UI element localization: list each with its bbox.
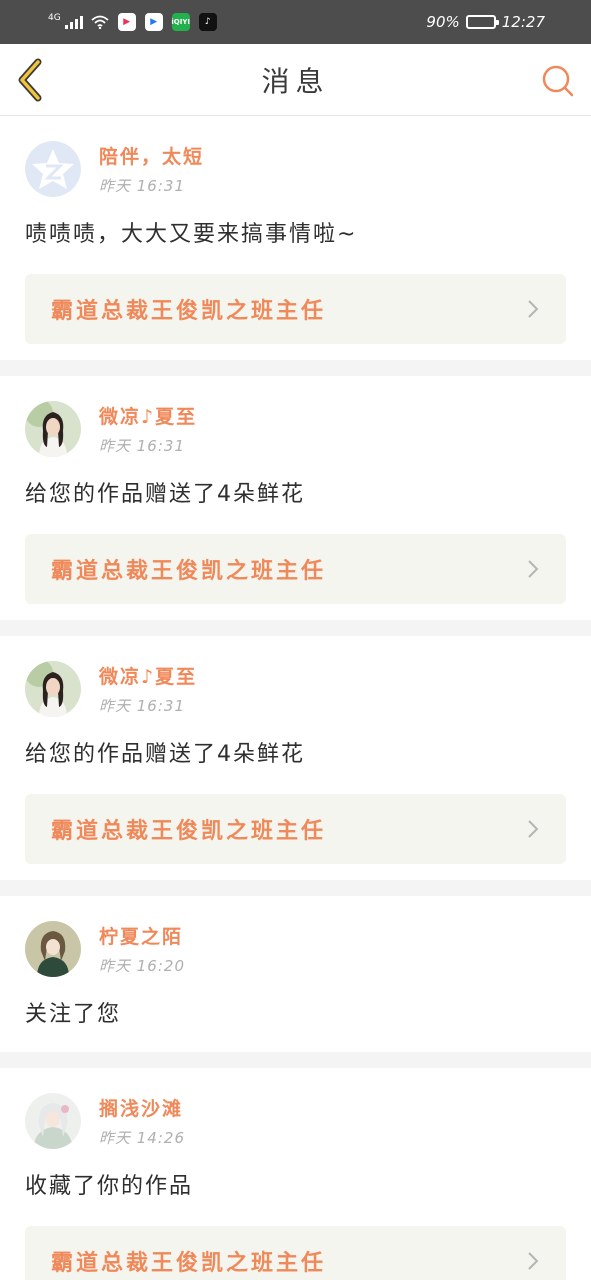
message-item[interactable]: 微凉♪夏至 昨天 16:31 给您的作品赠送了4朵鲜花 霸道总裁王俊凯之班主任 [0, 376, 591, 620]
message-header: 搁浅沙滩 昨天 14:26 [25, 1092, 566, 1150]
signal-icon [64, 15, 83, 29]
status-bar-left: 4G ▶ ▶ iQIYI ♪ [48, 13, 217, 31]
girl-photo-avatar-icon [25, 661, 81, 717]
message-item[interactable]: 陪伴，太短 昨天 16:31 啧啧啧，大大又要来搞事情啦~ 霸道总裁王俊凯之班主… [0, 116, 591, 360]
message-header: 微凉♪夏至 昨天 16:31 [25, 400, 566, 458]
message-header: 微凉♪夏至 昨天 16:31 [25, 660, 566, 718]
avatar[interactable] [25, 1093, 81, 1149]
message-text: 收藏了你的作品 [25, 1174, 194, 1199]
clock: 12:27 [501, 13, 545, 31]
work-title: 霸道总裁王俊凯之班主任 [51, 1251, 327, 1276]
work-link-card[interactable]: 霸道总裁王俊凯之班主任 [25, 274, 566, 344]
avatar[interactable] [25, 921, 81, 977]
header-bar: 消息 [0, 44, 591, 116]
username[interactable]: 微凉♪夏至 [99, 402, 197, 429]
work-title: 霸道总裁王俊凯之班主任 [51, 819, 327, 844]
message-item[interactable]: 搁浅沙滩 昨天 14:26 收藏了你的作品 霸道总裁王俊凯之班主任 [0, 1068, 591, 1280]
timestamp: 昨天 16:20 [99, 957, 185, 975]
girl-photo-avatar-icon [25, 401, 81, 457]
chevron-right-icon [528, 820, 539, 838]
timestamp: 昨天 16:31 [99, 437, 185, 455]
message-meta: 陪伴，太短 昨天 16:31 [99, 142, 204, 196]
work-title: 霸道总裁王俊凯之班主任 [51, 299, 327, 324]
youku-app-icon: ▶ [144, 13, 163, 31]
status-bar-right: 90% 12:27 [426, 0, 545, 44]
username[interactable]: 微凉♪夏至 [99, 662, 197, 689]
message-meta: 微凉♪夏至 昨天 16:31 [99, 402, 197, 456]
chevron-right-icon [528, 560, 539, 578]
video-app-icon: ▶ [117, 13, 136, 31]
tiktok-app-icon: ♪ [198, 13, 217, 31]
avatar[interactable] [25, 401, 81, 457]
work-link-card[interactable]: 霸道总裁王俊凯之班主任 [25, 1226, 566, 1280]
timestamp: 昨天 16:31 [99, 177, 185, 195]
work-link-card[interactable]: 霸道总裁王俊凯之班主任 [25, 794, 566, 864]
message-header: 陪伴，太短 昨天 16:31 [25, 140, 566, 198]
message-text: 关注了您 [25, 1002, 122, 1027]
status-bar: 4G ▶ ▶ iQIYI ♪ 90% 12:27 [0, 0, 591, 44]
anime-girl-avatar-icon [25, 921, 81, 977]
page-title: 消息 [261, 64, 330, 98]
work-title: 霸道总裁王俊凯之班主任 [51, 559, 327, 584]
message-list: 陪伴，太短 昨天 16:31 啧啧啧，大大又要来搞事情啦~ 霸道总裁王俊凯之班主… [0, 116, 591, 1280]
username[interactable]: 陪伴，太短 [99, 142, 204, 169]
timestamp: 昨天 16:31 [99, 697, 185, 715]
message-text: 给您的作品赠送了4朵鲜花 [25, 742, 305, 767]
username[interactable]: 搁浅沙滩 [99, 1094, 185, 1121]
message-item[interactable]: 柠夏之陌 昨天 16:20 关注了您 [0, 896, 591, 1052]
wifi-icon [91, 15, 109, 29]
avatar[interactable] [25, 661, 81, 717]
iqiyi-app-icon: iQIYI [171, 13, 190, 31]
message-text: 给您的作品赠送了4朵鲜花 [25, 482, 305, 507]
chevron-right-icon [528, 300, 539, 318]
battery-percent: 90% [426, 13, 460, 31]
username[interactable]: 柠夏之陌 [99, 922, 185, 949]
anime-character-avatar-icon [25, 1093, 81, 1149]
search-icon[interactable] [541, 64, 575, 98]
message-item[interactable]: 微凉♪夏至 昨天 16:31 给您的作品赠送了4朵鲜花 霸道总裁王俊凯之班主任 [0, 636, 591, 880]
message-header: 柠夏之陌 昨天 16:20 [25, 920, 566, 978]
message-meta: 搁浅沙滩 昨天 14:26 [99, 1094, 185, 1148]
message-meta: 柠夏之陌 昨天 16:20 [99, 922, 185, 976]
battery-icon [465, 15, 499, 29]
timestamp: 昨天 14:26 [99, 1129, 185, 1147]
chevron-right-icon [528, 1252, 539, 1270]
network-type: 4G [48, 12, 61, 23]
avatar[interactable] [25, 141, 81, 197]
message-text: 啧啧啧，大大又要来搞事情啦~ [25, 222, 358, 247]
message-meta: 微凉♪夏至 昨天 16:31 [99, 662, 197, 716]
qzone-default-avatar-icon [25, 141, 81, 197]
chevron-left-icon[interactable] [16, 58, 46, 102]
work-link-card[interactable]: 霸道总裁王俊凯之班主任 [25, 534, 566, 604]
